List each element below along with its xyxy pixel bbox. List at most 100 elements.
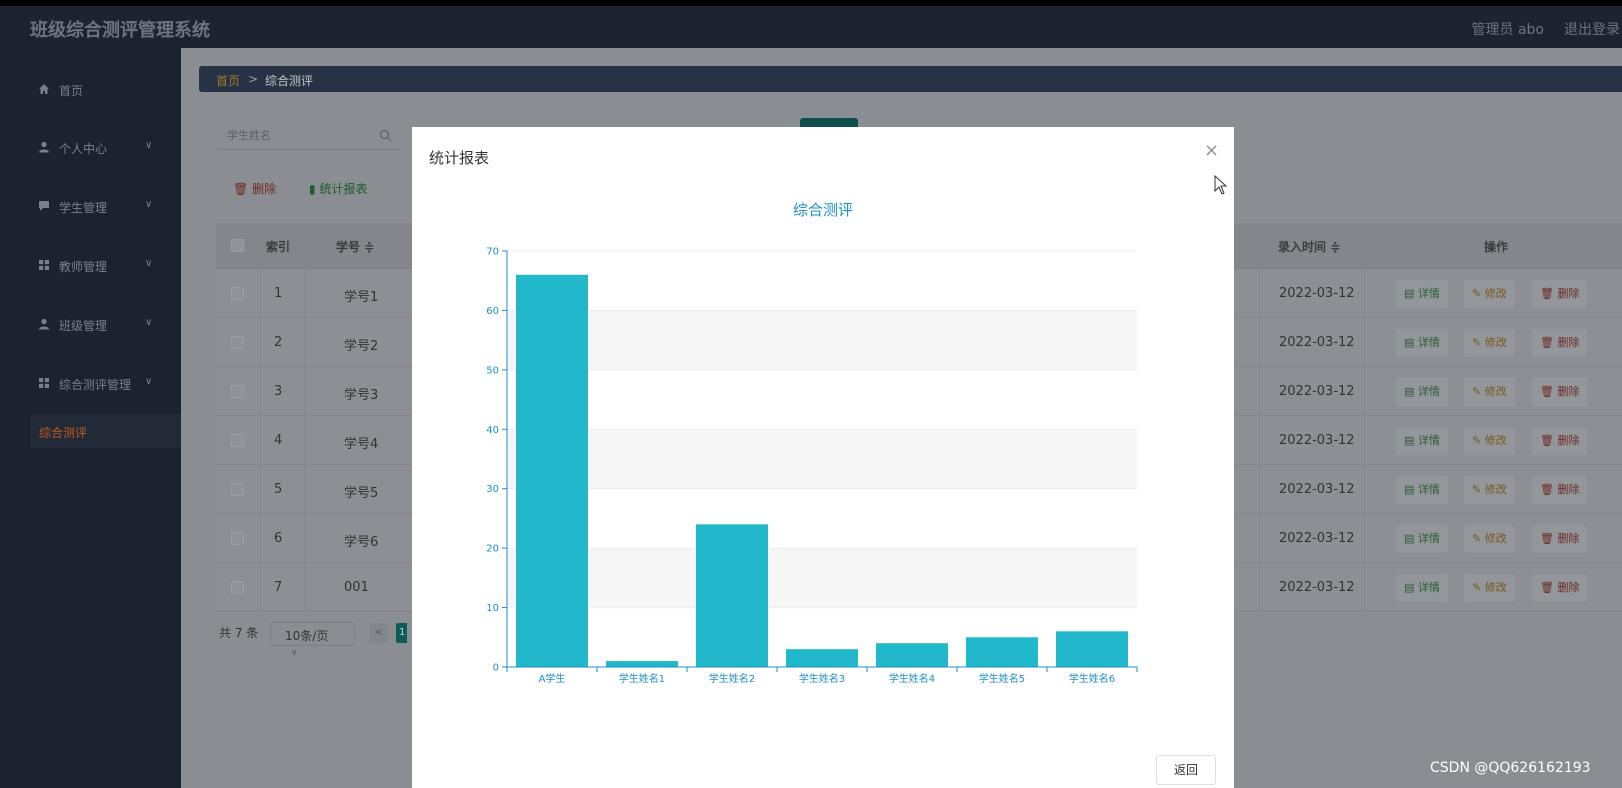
row-delete-button[interactable]: 🗑 删除 — [1532, 427, 1588, 455]
detail-label: 详情 — [1417, 336, 1440, 349]
edit-label: 修改 — [1484, 287, 1507, 300]
x-tick-label: 学生姓名2 — [709, 672, 755, 685]
bar — [606, 661, 678, 667]
row-delete-button[interactable]: 🗑 删除 — [1532, 525, 1588, 553]
x-tick-label: 学生姓名3 — [799, 672, 845, 685]
row-checkbox[interactable] — [231, 336, 244, 349]
row-delete-button[interactable]: 🗑 删除 — [1532, 280, 1588, 308]
logout-link[interactable]: 退出登录 — [1564, 19, 1620, 39]
row-checkbox[interactable] — [231, 532, 244, 545]
bar — [786, 649, 858, 667]
sidebar-item-students[interactable]: 学生管理 ∨ — [0, 187, 181, 227]
row-delete-button[interactable]: 🗑 删除 — [1532, 329, 1588, 357]
detail-button[interactable]: ▤ 详情 — [1396, 525, 1448, 553]
row-date: 2022-03-12 — [1279, 482, 1355, 497]
grid-band — [507, 429, 1137, 489]
watermark: CSDN @QQ626162193 — [1430, 760, 1591, 776]
edit-label: 修改 — [1484, 336, 1507, 349]
row-delete-label: 删除 — [1557, 434, 1580, 447]
row-index: 4 — [274, 433, 283, 448]
sidebar-item-label: 教师管理 — [59, 260, 108, 274]
row-checkbox[interactable] — [231, 581, 244, 594]
edit-button[interactable]: ✎ 修改 — [1464, 574, 1515, 602]
detail-button[interactable]: ▤ 详情 — [1396, 329, 1448, 357]
row-number: 学号2 — [344, 339, 379, 354]
grid-icon — [39, 260, 49, 270]
detail-label: 详情 — [1417, 581, 1440, 594]
edit-label: 修改 — [1484, 385, 1507, 398]
row-checkbox[interactable] — [231, 434, 244, 447]
delete-button[interactable]: 🗑 删除 — [233, 180, 276, 197]
bar — [966, 637, 1038, 667]
edit-button[interactable]: ✎ 修改 — [1464, 427, 1515, 455]
y-tick-label: 40 — [486, 425, 499, 436]
grid-icon — [39, 378, 49, 388]
trash-icon: 🗑 — [233, 182, 249, 196]
y-tick-label: 30 — [486, 484, 499, 495]
row-delete-label: 删除 — [1557, 336, 1580, 349]
header-number[interactable]: 学号 ≑ — [336, 238, 374, 255]
y-tick-label: 10 — [486, 603, 499, 614]
edit-button[interactable]: ✎ 修改 — [1464, 329, 1515, 357]
stats-modal: 统计报表 × 综合测评 0 10 20 30 40 50 60 70 A学生 学生姓名1 学生姓名2… — [412, 127, 1234, 788]
breadcrumb-home[interactable]: 首页 — [216, 72, 240, 89]
edit-button[interactable]: ✎ 修改 — [1464, 280, 1515, 308]
page-size-value: 10条/页 — [285, 629, 329, 643]
sidebar-item-label: 学生管理 — [59, 201, 108, 215]
detail-button[interactable]: ▤ 详情 — [1396, 574, 1448, 602]
detail-label: 详情 — [1417, 287, 1440, 300]
row-number: 学号1 — [344, 290, 379, 305]
search-icon[interactable] — [379, 129, 392, 142]
stats-report-button[interactable]: ▮ 统计报表 — [309, 180, 367, 197]
edit-button[interactable]: ✎ 修改 — [1464, 525, 1515, 553]
chevron-down-icon: ∨ — [145, 199, 153, 210]
detail-button[interactable]: ▤ 详情 — [1396, 280, 1448, 308]
row-delete-label: 删除 — [1557, 532, 1580, 545]
grid-band — [507, 488, 1137, 549]
sidebar-item-teachers[interactable]: 教师管理 ∨ — [0, 246, 181, 286]
prev-page-button[interactable]: < — [370, 623, 388, 643]
detail-button[interactable]: ▤ 详情 — [1396, 476, 1448, 504]
edit-button[interactable]: ✎ 修改 — [1464, 378, 1515, 406]
row-delete-label: 删除 — [1557, 385, 1580, 398]
row-checkbox[interactable] — [231, 287, 244, 300]
stats-label: 统计报表 — [319, 182, 368, 196]
sidebar-item-classes[interactable]: 班级管理 ∨ — [0, 305, 181, 345]
chevron-down-icon: ∨ — [145, 140, 153, 151]
detail-label: 详情 — [1417, 385, 1440, 398]
x-tick-label: 学生姓名4 — [889, 672, 935, 685]
search-input[interactable] — [227, 126, 377, 144]
sidebar-item-label: 班级管理 — [59, 319, 108, 333]
edit-label: 修改 — [1484, 581, 1507, 594]
sidebar-item-evaluation[interactable]: 综合测评管理 ∨ — [0, 364, 181, 404]
y-tick-label: 50 — [486, 365, 499, 376]
sidebar-item-profile[interactable]: 个人中心 ∨ — [0, 128, 181, 168]
sidebar-subitem-evaluation[interactable]: 综合测评 — [30, 414, 181, 448]
breadcrumb-current: 综合测评 — [265, 74, 314, 88]
select-all-checkbox[interactable] — [231, 239, 244, 252]
back-button[interactable]: 返回 — [1156, 755, 1216, 785]
bar-chart-icon: ▮ — [309, 182, 316, 196]
grid-band — [507, 369, 1137, 430]
y-tick-label: 70 — [486, 247, 499, 258]
breadcrumb: 首页 > 综合测评 — [199, 66, 1622, 92]
row-date: 2022-03-12 — [1279, 531, 1355, 546]
page-size-select[interactable]: 10条/页 ∨ — [270, 622, 355, 658]
header-time[interactable]: 录入时间 ≑ — [1278, 238, 1340, 255]
row-checkbox[interactable] — [231, 483, 244, 496]
row-date: 2022-03-12 — [1279, 286, 1355, 301]
row-checkbox[interactable] — [231, 385, 244, 398]
detail-button[interactable]: ▤ 详情 — [1396, 427, 1448, 455]
row-delete-label: 删除 — [1557, 287, 1580, 300]
grid-band — [507, 548, 1137, 608]
page-current[interactable]: 1 — [396, 623, 407, 643]
detail-button[interactable]: ▤ 详情 — [1396, 378, 1448, 406]
sidebar-item-home[interactable]: 首页 — [0, 70, 181, 110]
grid-band — [507, 251, 1137, 311]
row-delete-button[interactable]: 🗑 删除 — [1532, 476, 1588, 504]
row-delete-button[interactable]: 🗑 删除 — [1532, 574, 1588, 602]
y-tick-label: 0 — [493, 663, 499, 674]
admin-name: 管理员 abo — [1471, 22, 1544, 38]
row-delete-button[interactable]: 🗑 删除 — [1532, 378, 1588, 406]
edit-button[interactable]: ✎ 修改 — [1464, 476, 1515, 504]
